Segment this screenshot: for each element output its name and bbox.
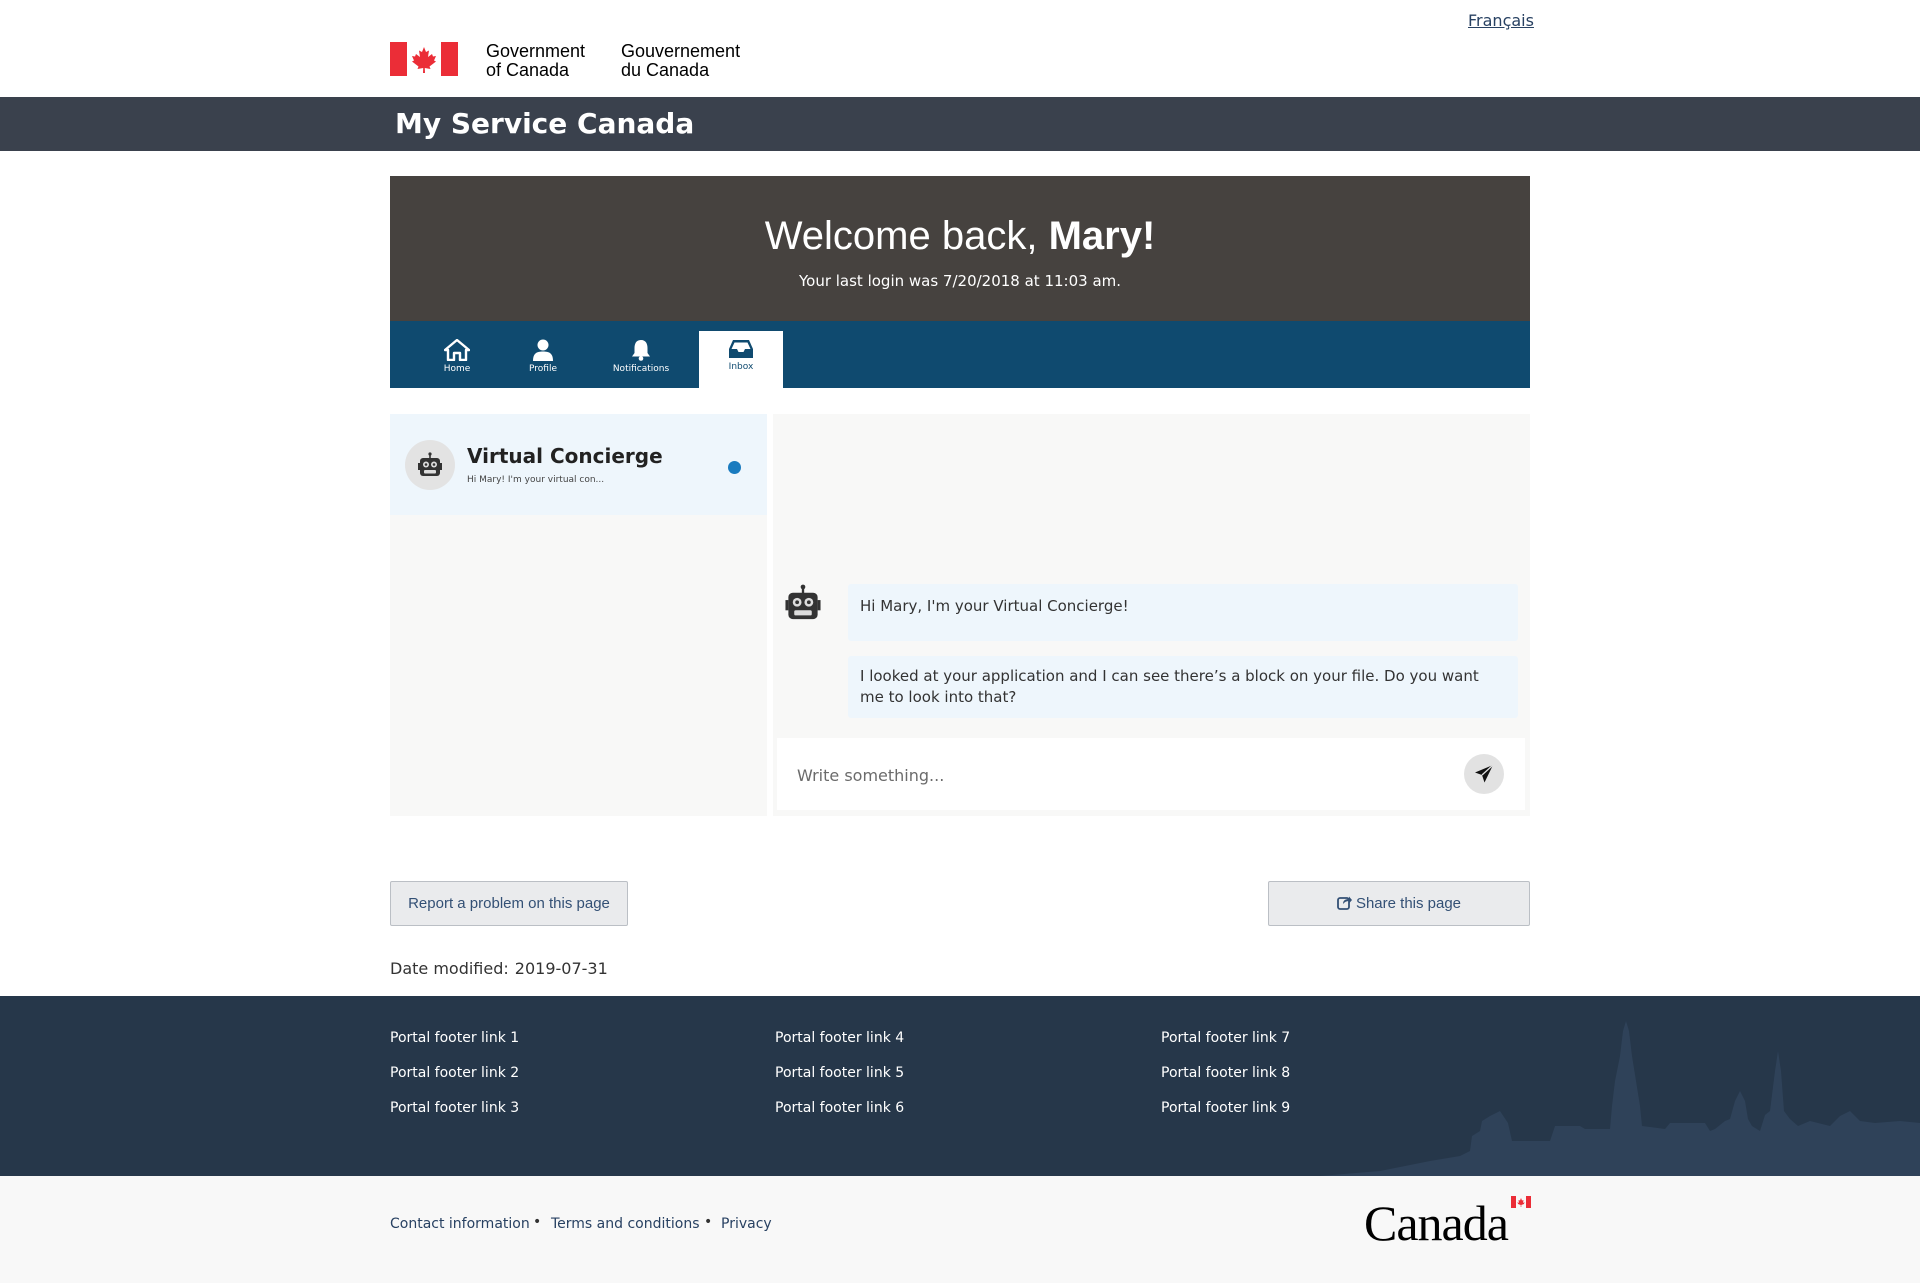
terms-conditions-link[interactable]: Terms and conditions xyxy=(551,1216,700,1232)
tab-label: Home xyxy=(443,364,471,374)
language-toggle-link[interactable]: Français xyxy=(1468,11,1534,30)
tab-inbox[interactable]: Inbox xyxy=(699,331,783,388)
site-header: Français Government of Canada Gouverneme… xyxy=(0,0,1920,97)
bell-icon xyxy=(632,340,650,361)
date-modified-value: 2019-07-31 xyxy=(514,959,608,978)
share-label: Share this page xyxy=(1355,895,1462,912)
footer-link[interactable]: Portal footer link 7 xyxy=(1161,1030,1290,1046)
tab-label: Notifications xyxy=(612,364,670,374)
portal-footer: Portal footer link 1 Portal footer link … xyxy=(0,996,1920,1176)
avatar xyxy=(405,440,455,490)
signature-french: Gouvernement du Canada xyxy=(621,41,741,80)
canada-wordmark: Canada xyxy=(1364,1195,1509,1251)
share-icon xyxy=(1337,896,1352,910)
message-input[interactable] xyxy=(797,760,1447,790)
welcome-name: Mary! xyxy=(1048,214,1156,258)
report-problem-button[interactable]: Report a problem on this page xyxy=(390,881,628,926)
signature-english: Government of Canada xyxy=(486,41,586,80)
tab-label: Profile xyxy=(529,364,557,374)
privacy-link[interactable]: Privacy xyxy=(721,1216,772,1232)
send-button[interactable] xyxy=(1464,754,1504,794)
chat-message: I looked at your application and I can s… xyxy=(848,656,1518,718)
footer-link[interactable]: Portal footer link 9 xyxy=(1161,1100,1290,1116)
conversation-preview: Hi Mary! I'm your virtual con... xyxy=(467,475,605,485)
welcome-prefix: Welcome back, xyxy=(764,214,1038,258)
separator: • xyxy=(533,1214,542,1230)
parliament-skyline-icon xyxy=(1320,1021,1920,1176)
conversation-list: Virtual Concierge Hi Mary! I'm your virt… xyxy=(390,414,767,816)
message-composer xyxy=(777,738,1525,810)
separator: • xyxy=(704,1214,713,1230)
tab-notifications[interactable]: Notifications xyxy=(599,331,683,388)
footer-link[interactable]: Portal footer link 5 xyxy=(775,1065,904,1081)
footer-link[interactable]: Portal footer link 8 xyxy=(1161,1065,1290,1081)
robot-icon xyxy=(418,452,442,476)
robot-icon xyxy=(785,584,821,620)
footer-link[interactable]: Portal footer link 4 xyxy=(775,1030,904,1046)
welcome-banner: Welcome back, Mary! Your last login was … xyxy=(390,176,1530,321)
conversation-name: Virtual Concierge xyxy=(467,444,663,468)
welcome-heading: Welcome back, Mary! xyxy=(390,214,1530,259)
conversation-item[interactable]: Virtual Concierge Hi Mary! I'm your virt… xyxy=(390,414,767,515)
tab-label: Inbox xyxy=(728,362,754,372)
chat-message: Hi Mary, I'm your Virtual Concierge! xyxy=(848,584,1518,641)
dashboard-nav: Home Profile Notifications Inbox xyxy=(390,321,1530,388)
footer-link[interactable]: Portal footer link 3 xyxy=(390,1100,519,1116)
share-page-button[interactable]: Share this page xyxy=(1268,881,1530,926)
last-login-text: Your last login was 7/20/2018 at 11:03 a… xyxy=(798,272,1122,290)
canada-flag-icon xyxy=(390,42,458,76)
canada-flag-icon xyxy=(1511,1196,1531,1208)
tab-profile[interactable]: Profile xyxy=(501,331,585,388)
send-icon xyxy=(1475,764,1494,783)
app-bar: My Service Canada xyxy=(0,97,1920,151)
contact-information-link[interactable]: Contact information xyxy=(390,1216,530,1232)
inbox-icon xyxy=(729,340,753,358)
date-modified-label: Date modified: xyxy=(390,959,509,978)
date-modified: Date modified: 2019-07-31 xyxy=(390,959,608,978)
tab-home[interactable]: Home xyxy=(415,331,499,388)
site-footer: Contact information • Terms and conditio… xyxy=(0,1176,1920,1283)
unread-indicator xyxy=(728,461,741,474)
footer-link[interactable]: Portal footer link 2 xyxy=(390,1065,519,1081)
footer-link[interactable]: Portal footer link 6 xyxy=(775,1100,904,1116)
home-icon xyxy=(444,339,470,361)
chat-window: Hi Mary, I'm your Virtual Concierge! I l… xyxy=(773,414,1530,816)
footer-link[interactable]: Portal footer link 1 xyxy=(390,1030,519,1046)
user-icon xyxy=(533,339,553,361)
app-title[interactable]: My Service Canada xyxy=(395,107,694,140)
inbox-panel: Virtual Concierge Hi Mary! I'm your virt… xyxy=(390,414,1530,816)
